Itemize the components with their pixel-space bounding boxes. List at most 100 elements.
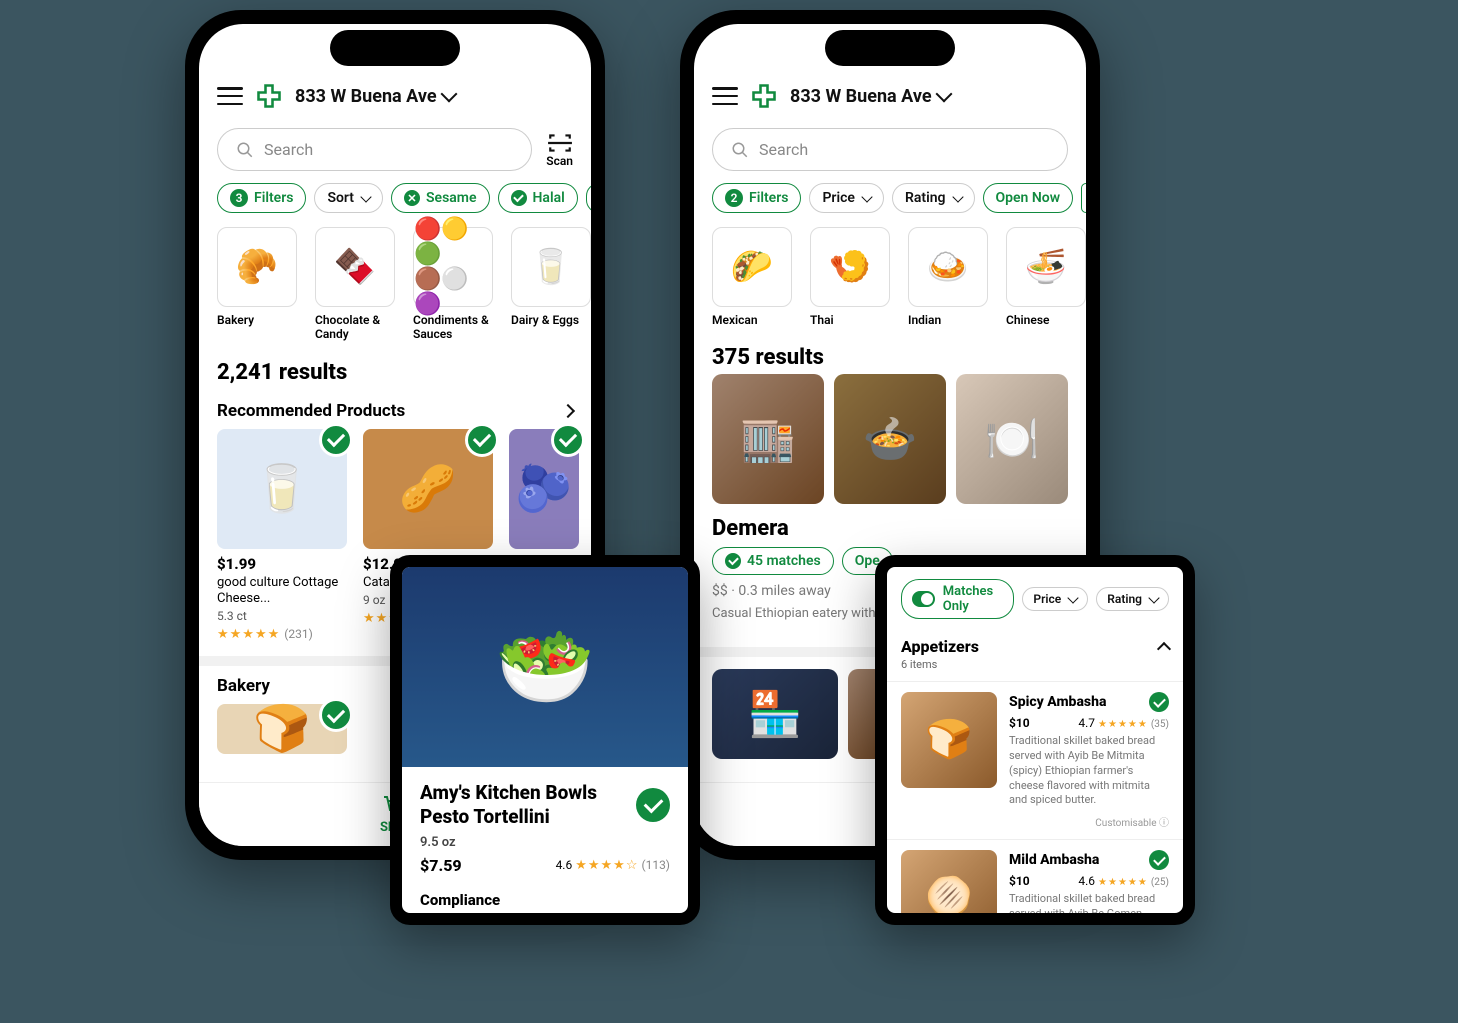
- cuisine-thai[interactable]: 🍤 Thai: [810, 227, 890, 327]
- category-label: Chocolate & Candy: [315, 313, 395, 342]
- star-rating-icon: ★★★★★: [1098, 719, 1148, 730]
- product-image: 🥜: [363, 429, 493, 549]
- match-check-icon: [636, 788, 670, 822]
- category-bakery[interactable]: 🥐 Bakery: [217, 227, 297, 342]
- check-icon: [725, 553, 741, 569]
- restaurant-image[interactable]: 🍽️: [956, 374, 1068, 504]
- address-selector[interactable]: 833 W Buena Ave: [295, 86, 455, 107]
- cuisine-mexican[interactable]: 🌮 Mexican: [712, 227, 792, 327]
- chevron-down-icon: [952, 191, 963, 202]
- cuisine-label: Thai: [810, 313, 890, 327]
- product-detail-card: 🥗 Amy's Kitchen Bowls Pesto Tortellini 9…: [390, 555, 700, 925]
- product-detail-image: 🥗: [402, 567, 688, 767]
- recommended-header[interactable]: Recommended Products: [199, 389, 591, 429]
- open-now-chip[interactable]: Open Now: [983, 183, 1074, 213]
- results-count: 2,241 results: [199, 356, 591, 389]
- search-placeholder: Search: [759, 140, 808, 159]
- category-image: 🔴🟡🟢🟤⚪🟣: [413, 227, 493, 307]
- cuisine-image: 🍤: [810, 227, 890, 307]
- review-count: (113): [641, 858, 670, 872]
- category-image: 🍫: [315, 227, 395, 307]
- halal-chip[interactable]: Halal: [498, 183, 578, 213]
- restaurant-image[interactable]: 🏪: [712, 669, 838, 759]
- filters-chip[interactable]: 3 Filters: [217, 183, 306, 213]
- switch-icon: [912, 591, 935, 607]
- product-name: good culture Cottage Cheese...: [217, 575, 347, 608]
- product-detail-title: Amy's Kitchen Bowls Pesto Tortellini: [420, 781, 626, 829]
- address-text: 833 W Buena Ave: [790, 86, 932, 107]
- address-selector[interactable]: 833 W Buena Ave: [790, 86, 950, 107]
- match-check-icon: [319, 698, 353, 732]
- matches-only-toggle[interactable]: Matches Only: [901, 579, 1014, 619]
- chevron-down-icon: [861, 191, 872, 202]
- match-check-icon: [465, 423, 499, 457]
- chevron-down-icon: [1148, 592, 1159, 603]
- chevron-down-icon: [360, 191, 371, 202]
- sesame-chip[interactable]: ✕ Sesame: [391, 183, 490, 213]
- filters-chip[interactable]: 2 Filters: [712, 183, 801, 213]
- rating-chip[interactable]: Rating: [1096, 587, 1169, 611]
- cuisine-indian[interactable]: 🍛 Indian: [908, 227, 988, 327]
- address-text: 833 W Buena Ave: [295, 86, 437, 107]
- chevron-right-icon: [561, 404, 575, 418]
- restaurant-name[interactable]: Demera: [694, 504, 1086, 547]
- product-card[interactable]: 🍞: [217, 704, 347, 754]
- chip-label: Sesame: [426, 190, 477, 206]
- search-input[interactable]: Search: [217, 128, 532, 171]
- match-check-icon: [551, 423, 585, 457]
- restaurant-image[interactable]: 🏬: [712, 374, 824, 504]
- review-count: (35): [1151, 719, 1169, 730]
- hamburger-icon[interactable]: [217, 87, 243, 105]
- dish-description: Traditional skillet baked bread served w…: [1009, 892, 1169, 925]
- cuisine-image: 🌮: [712, 227, 792, 307]
- chevron-up-icon: [1157, 641, 1171, 655]
- chip-overflow[interactable]: [1081, 183, 1086, 213]
- menu-item-count: 6 items: [887, 658, 1183, 681]
- sort-label: Sort: [327, 190, 354, 206]
- star-rating-icon: ★★★★☆: [575, 858, 638, 873]
- product-image: 🫐: [509, 429, 579, 549]
- product-image: 🥛: [217, 429, 347, 549]
- restaurant-image[interactable]: 🍲: [834, 374, 946, 504]
- rating-chip[interactable]: Rating: [892, 183, 975, 213]
- phone-notch: [825, 30, 955, 66]
- remove-icon: ✕: [404, 190, 420, 206]
- filter-count-badge: 3: [230, 189, 248, 207]
- section-title: Bakery: [217, 676, 270, 696]
- check-icon: [511, 190, 527, 206]
- search-input[interactable]: Search: [712, 128, 1068, 171]
- product-rating: 4.6: [556, 858, 573, 872]
- hamburger-icon[interactable]: [712, 87, 738, 105]
- sort-chip[interactable]: Sort: [314, 183, 383, 213]
- product-card[interactable]: 🥛 $1.99 good culture Cottage Cheese... 5…: [217, 429, 347, 643]
- cuisine-chinese[interactable]: 🍜 Chinese: [1006, 227, 1086, 327]
- filter-chip-row: 3 Filters Sort ✕ Sesame Halal: [199, 183, 591, 227]
- dish-item[interactable]: 🍞 Spicy Ambasha $10 4.7 ★★★★★ (35) Tradi…: [887, 681, 1183, 839]
- toggle-label: Matches Only: [943, 584, 1004, 614]
- category-label: Dairy & Eggs: [511, 313, 591, 327]
- cuisine-label: Mexican: [712, 313, 792, 327]
- filter-count-badge: 2: [725, 189, 743, 207]
- compliance-header: Compliance: [420, 891, 670, 909]
- dish-item[interactable]: 🫓 Mild Ambasha $10 4.6 ★★★★★ (25) Tradit…: [887, 839, 1183, 925]
- matches-chip[interactable]: 45 matches: [712, 547, 834, 575]
- dish-rating: 4.7: [1078, 716, 1095, 730]
- category-row: 🥐 Bakery 🍫 Chocolate & Candy 🔴🟡🟢🟤⚪🟣 Cond…: [199, 227, 591, 356]
- menu-section-header[interactable]: Appetizers: [887, 631, 1183, 658]
- category-image: 🥛: [511, 227, 591, 307]
- category-condiments[interactable]: 🔴🟡🟢🟤⚪🟣 Condiments & Sauces: [413, 227, 493, 342]
- cuisine-image: 🍛: [908, 227, 988, 307]
- category-chocolate[interactable]: 🍫 Chocolate & Candy: [315, 227, 395, 342]
- compliance-chip[interactable]: ✕ Sesame: [420, 917, 515, 926]
- chip-overflow[interactable]: [586, 183, 591, 213]
- price-chip[interactable]: Price: [809, 183, 884, 213]
- price-chip[interactable]: Price: [1022, 587, 1088, 611]
- app-logo-icon: [255, 82, 283, 110]
- scan-button[interactable]: Scan: [546, 132, 573, 168]
- product-detail-price: $7.59: [420, 856, 462, 875]
- cuisine-label: Chinese: [1006, 313, 1086, 327]
- dish-image: 🍞: [901, 692, 997, 788]
- customisable-label: Customisable ⓘ: [1009, 814, 1169, 829]
- category-dairy[interactable]: 🥛 Dairy & Eggs: [511, 227, 591, 342]
- chevron-down-icon: [935, 86, 952, 103]
